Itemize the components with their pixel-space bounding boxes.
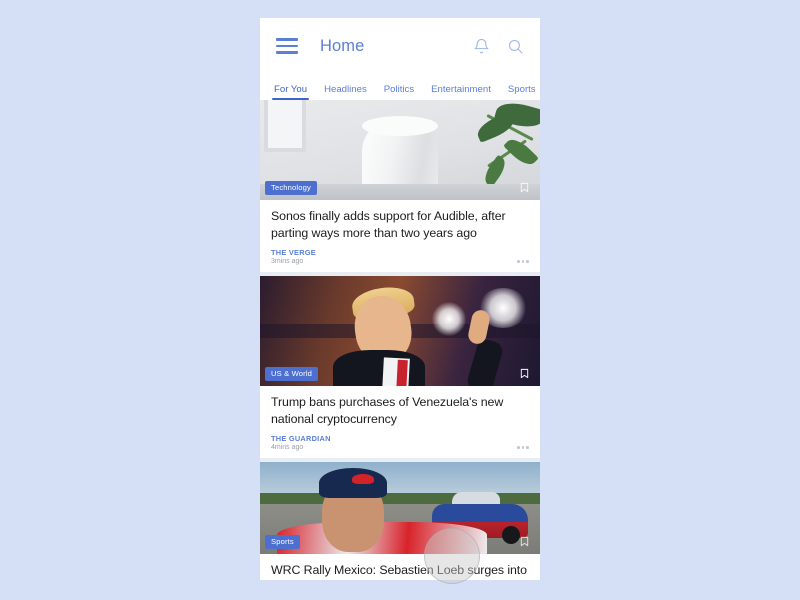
plant-leaf — [503, 134, 539, 170]
card-image: Technology — [260, 100, 540, 200]
cap-logo — [352, 474, 375, 484]
raised-arm — [465, 337, 505, 386]
card-meta: THE GUARDIAN 4mins ago — [271, 434, 529, 451]
card-body: WRC Rally Mexico: Sebastien Loeb surges … — [260, 554, 540, 580]
timestamp: 4mins ago — [271, 444, 304, 451]
bookmark-icon[interactable] — [519, 535, 530, 548]
tab-politics[interactable]: Politics — [384, 84, 414, 100]
news-feed: Technology Sonos finally adds support fo… — [260, 100, 540, 580]
search-icon[interactable] — [507, 38, 524, 55]
hamburger-line — [276, 38, 298, 41]
card-body: Sonos finally adds support for Audible, … — [260, 200, 540, 272]
red-tie — [396, 359, 409, 386]
bookmark-icon[interactable] — [519, 367, 530, 380]
tab-sports[interactable]: Sports — [508, 84, 536, 100]
tab-entertainment[interactable]: Entertainment — [431, 84, 491, 100]
dot — [526, 446, 529, 449]
tab-for-you[interactable]: For You — [271, 84, 310, 100]
wall-frame — [264, 100, 306, 152]
dot — [517, 260, 520, 263]
source-name[interactable]: THE GUARDIAN — [271, 434, 331, 443]
timestamp: 3mins ago — [271, 258, 304, 265]
page-title: Home — [320, 36, 365, 55]
rally-photo — [260, 462, 540, 554]
app-bar: Home — [260, 18, 540, 74]
tab-headlines[interactable]: Headlines — [324, 84, 367, 100]
bell-icon[interactable] — [473, 38, 490, 55]
hamburger-line — [276, 51, 298, 54]
hamburger-icon[interactable] — [276, 38, 298, 54]
dot — [521, 446, 525, 449]
overflow-menu-icon[interactable] — [517, 260, 529, 265]
headline-text[interactable]: WRC Rally Mexico: Sebastien Loeb surges … — [271, 562, 529, 580]
news-card[interactable]: Technology Sonos finally adds support fo… — [260, 100, 540, 272]
source-name[interactable]: THE VERGE — [271, 248, 316, 257]
speaker-top — [362, 116, 438, 136]
category-tabs: For You Headlines Politics Entertainment… — [260, 74, 540, 100]
card-image: US & World — [260, 276, 540, 386]
headline-text[interactable]: Trump bans purchases of Venezuela's new … — [271, 394, 529, 427]
card-meta: THE VERGE 3mins ago — [271, 248, 529, 265]
suit-jacket — [332, 350, 425, 386]
source-block: THE GUARDIAN 4mins ago — [271, 434, 331, 451]
dot — [521, 260, 525, 263]
dot — [517, 446, 520, 449]
headline-text[interactable]: Sonos finally adds support for Audible, … — [271, 208, 529, 241]
overflow-menu-icon[interactable] — [517, 446, 529, 451]
source-block: THE VERGE 3mins ago — [271, 248, 316, 265]
phone-screen: Home For You Headlines Politics Entertai… — [260, 18, 540, 580]
screen-canvas: Home For You Headlines Politics Entertai… — [0, 0, 800, 600]
dot — [526, 260, 529, 263]
category-badge: Technology — [265, 180, 317, 195]
news-card[interactable]: US & World Trump bans purchases of Venez… — [260, 276, 540, 458]
bookmark-icon[interactable] — [519, 181, 530, 194]
category-badge: Sports — [265, 534, 300, 549]
plant-leaf — [480, 154, 510, 188]
news-card[interactable]: Sports WRC Rally Mexico: Sebastien Loeb … — [260, 462, 540, 580]
category-badge: US & World — [265, 366, 319, 381]
stage-light — [432, 302, 466, 336]
card-body: Trump bans purchases of Venezuela's new … — [260, 386, 540, 458]
hamburger-line — [276, 44, 298, 48]
app-bar-actions — [473, 38, 524, 55]
card-image: Sports — [260, 462, 540, 554]
